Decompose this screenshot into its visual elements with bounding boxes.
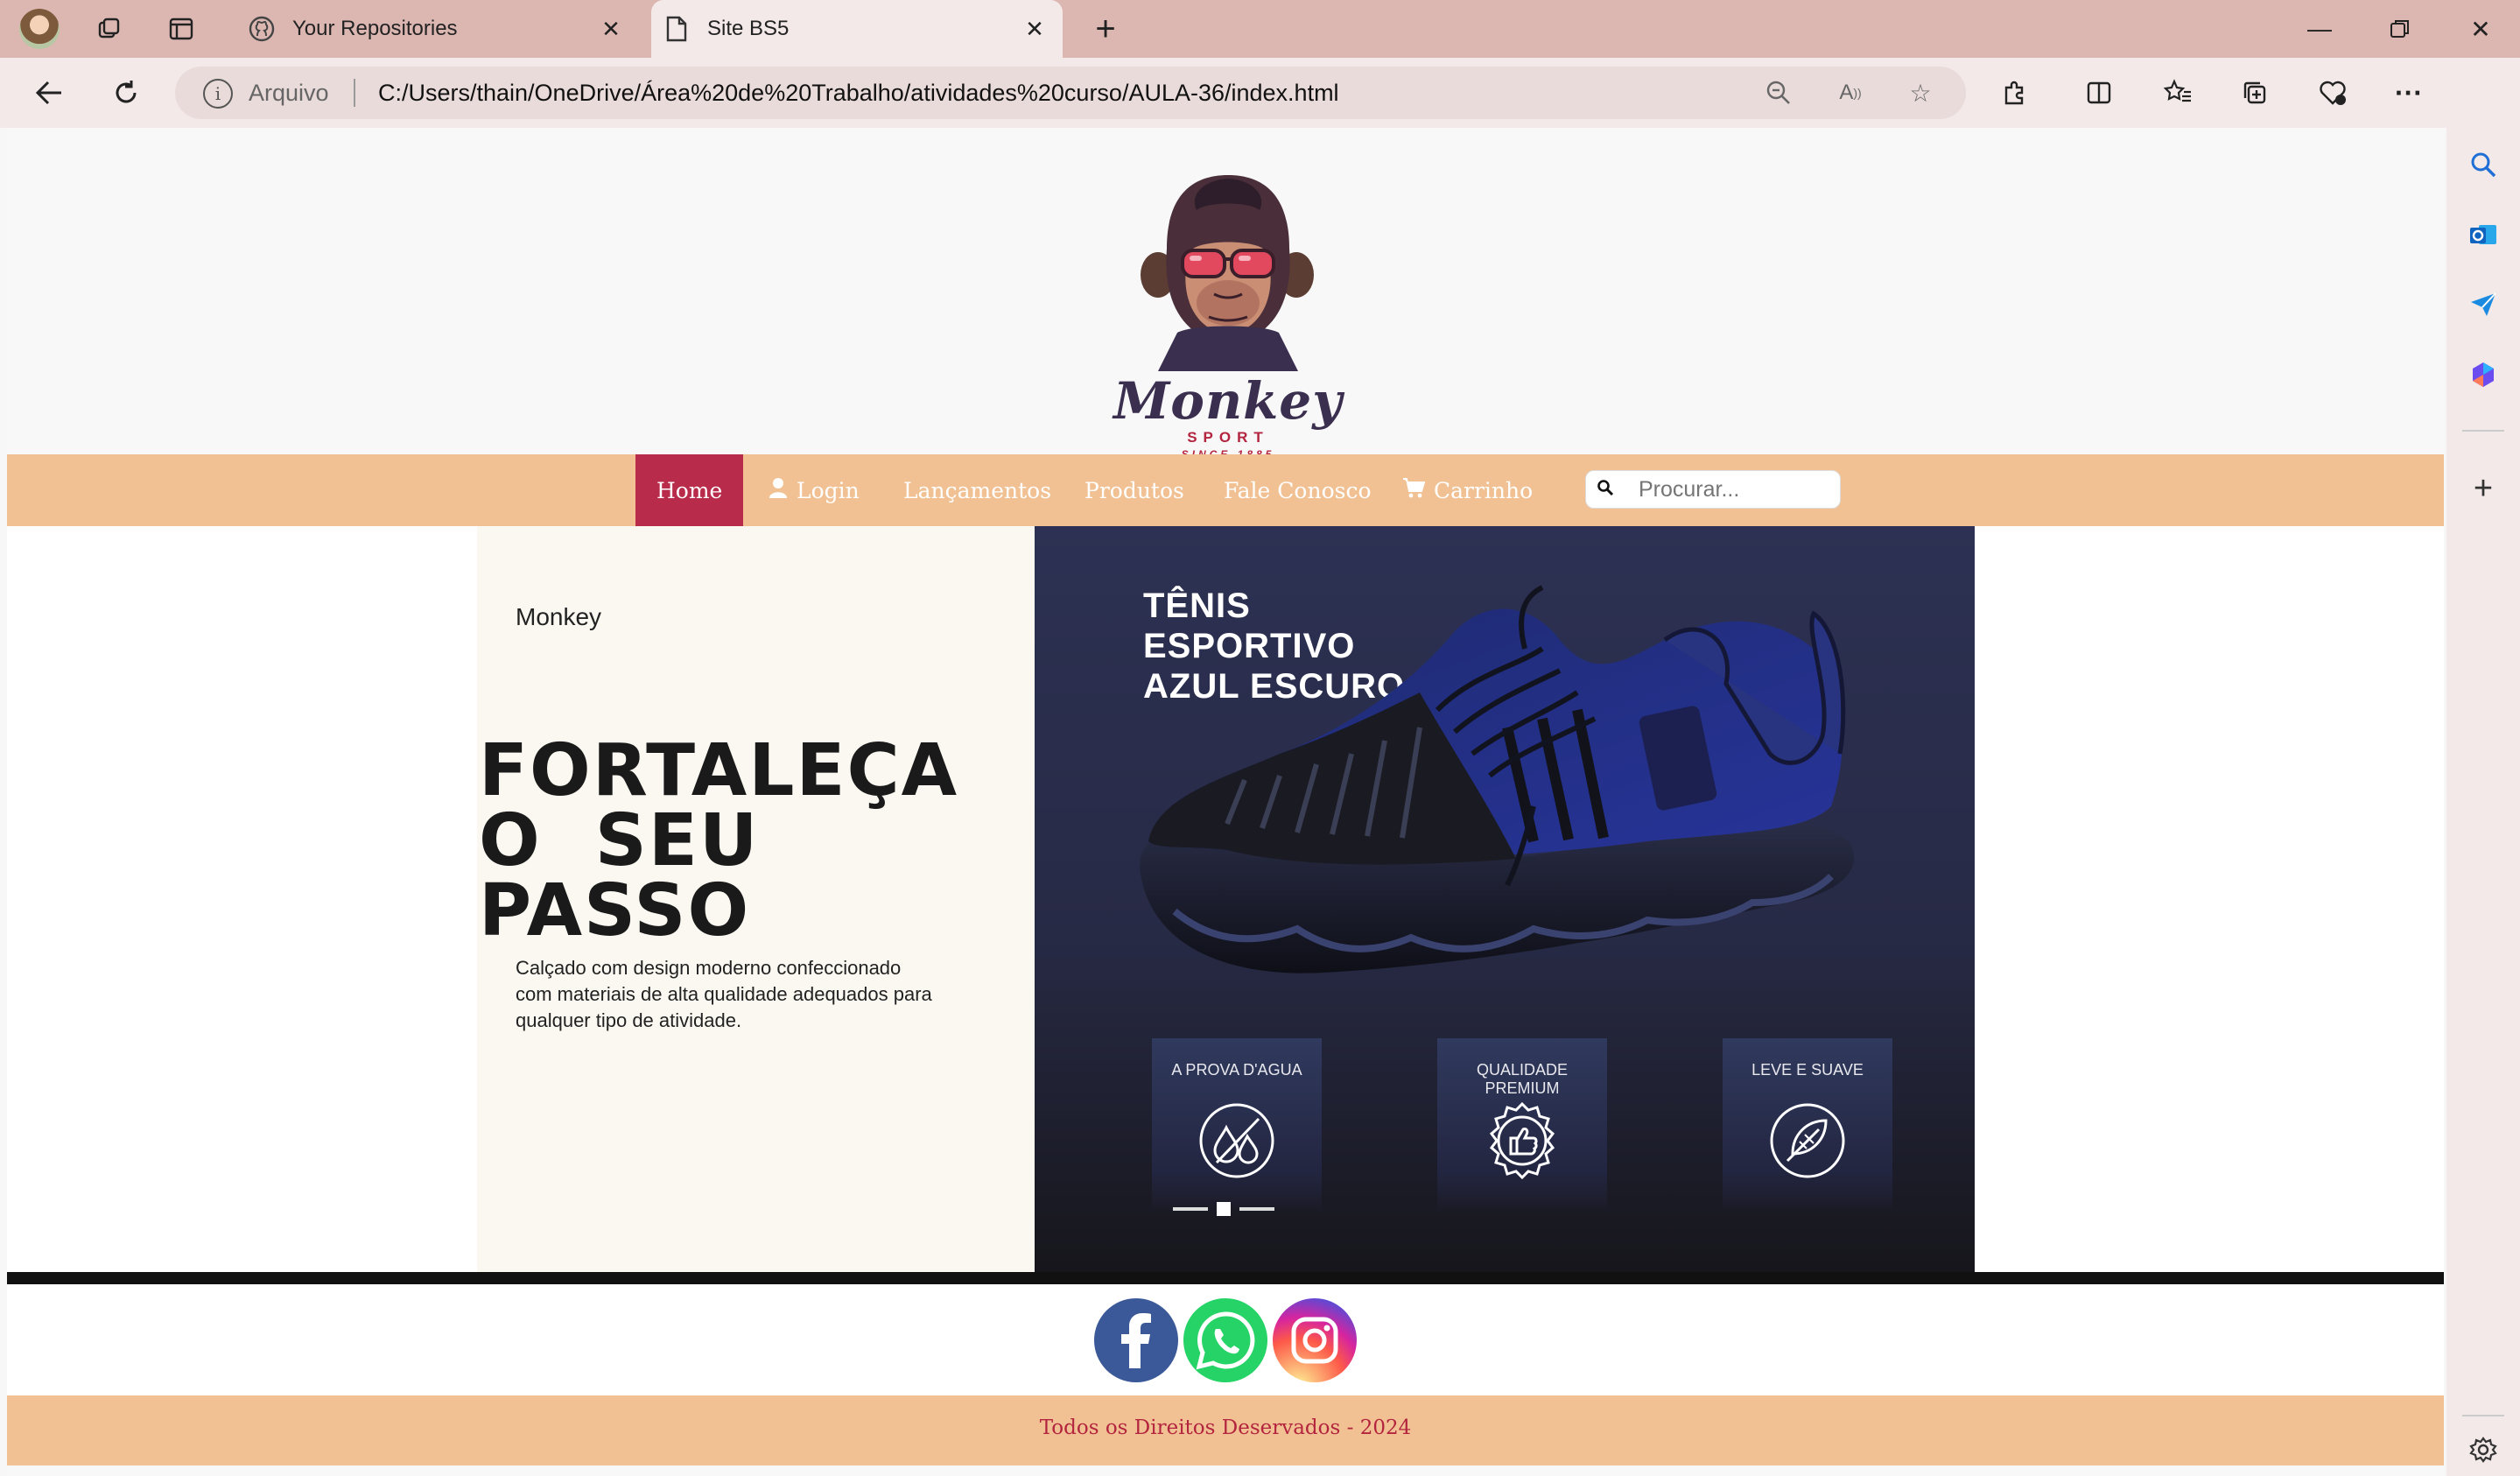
close-icon[interactable]: ✕ bbox=[593, 11, 628, 46]
logo-sport: SPORT bbox=[1187, 429, 1269, 446]
refresh-button[interactable] bbox=[105, 72, 147, 114]
tab-site-bs5[interactable]: Site BS5 ✕ bbox=[651, 0, 1063, 58]
nav-login[interactable]: Login bbox=[769, 454, 860, 526]
nav-produtos[interactable]: Produtos bbox=[1085, 454, 1184, 526]
headline-line: FORTALEÇA bbox=[479, 729, 959, 812]
carousel-indicator[interactable] bbox=[1173, 1207, 1208, 1211]
headline-line: PASSO bbox=[479, 869, 751, 952]
feature-label: QUALIDADE PREMIUM bbox=[1476, 1061, 1569, 1097]
zoom-out-icon[interactable] bbox=[1763, 77, 1794, 109]
carousel-indicators bbox=[1173, 1200, 1278, 1218]
page-viewport: Monkey SPORT SINCE 1885 Home Login Lança… bbox=[7, 128, 2444, 1476]
workspaces-icon[interactable] bbox=[93, 12, 126, 46]
site-footer: Todos os Direitos Deservados - 2024 bbox=[7, 1395, 2444, 1465]
whatsapp-icon[interactable] bbox=[1183, 1298, 1267, 1382]
profile-avatar[interactable] bbox=[19, 9, 60, 49]
cart-icon bbox=[1402, 477, 1426, 503]
split-screen-icon[interactable] bbox=[2078, 72, 2120, 114]
back-button[interactable] bbox=[28, 72, 70, 114]
logo-wordmark: Monkey bbox=[1113, 371, 1343, 431]
minimize-button[interactable]: — bbox=[2293, 7, 2346, 51]
browser-essentials-icon[interactable] bbox=[2313, 72, 2355, 114]
hero-description: Calçado com design moderno confeccionado… bbox=[516, 957, 932, 1031]
feature-label: A PROVA D'AGUA bbox=[1171, 1061, 1302, 1079]
tab-strip: Your Repositories ✕ Site BS5 ✕ + — ✕ bbox=[0, 0, 2520, 58]
add-icon[interactable]: + bbox=[2464, 469, 2502, 508]
collections-icon[interactable] bbox=[2234, 72, 2276, 114]
headline-line: O SEU bbox=[479, 799, 760, 882]
edge-sidebar: + bbox=[2446, 58, 2520, 1476]
read-aloud-icon[interactable]: A)) bbox=[1835, 77, 1866, 109]
carousel-indicator[interactable] bbox=[1239, 1207, 1274, 1211]
extensions-icon[interactable] bbox=[1994, 72, 2036, 114]
feature-label: LEVE E SUAVE bbox=[1751, 1061, 1864, 1079]
monkey-logo-icon bbox=[1141, 175, 1314, 371]
feature-waterproof: A PROVA D'AGUA bbox=[1152, 1038, 1322, 1213]
water-drop-icon bbox=[1199, 1103, 1274, 1178]
outlook-icon[interactable] bbox=[2464, 215, 2502, 254]
section-divider bbox=[7, 1272, 2444, 1284]
nav-label: Lançamentos bbox=[903, 477, 1052, 503]
new-tab-button[interactable]: + bbox=[1085, 9, 1126, 49]
favorite-star-icon[interactable]: ☆ bbox=[1905, 77, 1936, 109]
feather-icon bbox=[1770, 1103, 1845, 1178]
nav-home[interactable]: Home bbox=[635, 454, 744, 526]
hero-brand: Monkey bbox=[516, 603, 602, 630]
github-icon bbox=[247, 14, 277, 44]
user-icon bbox=[769, 477, 788, 503]
close-window-button[interactable]: ✕ bbox=[2454, 7, 2507, 51]
nav-label: Home bbox=[656, 477, 723, 503]
tab-title: Site BS5 bbox=[707, 17, 790, 40]
nav-fale-conosco[interactable]: Fale Conosco bbox=[1224, 454, 1372, 526]
instagram-icon[interactable] bbox=[1273, 1298, 1357, 1382]
sneaker-image bbox=[1140, 585, 1855, 973]
nav-carrinho[interactable]: Carrinho bbox=[1402, 454, 1533, 526]
tab-your-repositories[interactable]: Your Repositories ✕ bbox=[236, 0, 639, 58]
site-navbar: Home Login Lançamentos Produtos Fale Con… bbox=[7, 454, 2444, 526]
nav-label: Fale Conosco bbox=[1224, 477, 1372, 503]
send-icon[interactable] bbox=[2464, 285, 2502, 324]
favorites-icon[interactable] bbox=[2157, 72, 2199, 114]
site-search[interactable] bbox=[1585, 470, 1841, 509]
sidebar-divider bbox=[2462, 1415, 2504, 1416]
nav-label: Login bbox=[797, 477, 860, 503]
search-icon[interactable] bbox=[2464, 145, 2502, 184]
address-bar[interactable]: i Arquivo C:/Users/thain/OneDrive/Área%2… bbox=[175, 67, 1966, 119]
footer-copyright: Todos os Direitos Deservados - 2024 bbox=[1039, 1416, 1412, 1439]
separator bbox=[354, 79, 355, 107]
settings-gear-icon[interactable] bbox=[2464, 1430, 2502, 1469]
scheme-label: Arquivo bbox=[249, 80, 329, 106]
hero-carousel[interactable]: Monkey FORTALEÇA O SEU PASSO Calçado com… bbox=[477, 526, 1975, 1272]
info-icon[interactable]: i bbox=[203, 79, 233, 109]
sidebar-divider bbox=[2462, 430, 2504, 432]
copilot-sidebar-icon[interactable] bbox=[2464, 355, 2502, 394]
hero-product-panel: TÊNIS ESPORTIVO AZUL ESCURO A PROVA D'AG… bbox=[1035, 526, 1975, 1272]
vertical-tabs-icon[interactable] bbox=[165, 12, 198, 46]
feature-light: LEVE E SUAVE bbox=[1723, 1038, 1892, 1213]
feature-premium: QUALIDADE PREMIUM bbox=[1437, 1038, 1607, 1213]
close-icon[interactable]: ✕ bbox=[1017, 11, 1052, 46]
site-logo[interactable]: Monkey SPORT SINCE 1885 bbox=[1106, 170, 1351, 460]
browser-toolbar: i Arquivo C:/Users/thain/OneDrive/Área%2… bbox=[0, 58, 2520, 128]
tab-title: Your Repositories bbox=[292, 17, 458, 40]
search-input[interactable] bbox=[1637, 474, 1833, 504]
hero-text-panel: Monkey FORTALEÇA O SEU PASSO Calçado com… bbox=[477, 526, 1035, 1272]
carousel-indicator-active[interactable] bbox=[1217, 1202, 1231, 1216]
facebook-icon[interactable] bbox=[1094, 1298, 1178, 1382]
search-icon bbox=[1597, 479, 1616, 498]
hero-headline: FORTALEÇA O SEU PASSO bbox=[479, 729, 959, 952]
nav-lancamentos[interactable]: Lançamentos bbox=[903, 454, 1051, 526]
page-icon bbox=[662, 14, 691, 44]
thumbs-up-badge-icon bbox=[1489, 1101, 1555, 1180]
nav-label: Produtos bbox=[1085, 477, 1184, 503]
url-text[interactable]: C:/Users/thain/OneDrive/Área%20de%20Trab… bbox=[378, 80, 1339, 107]
nav-label: Carrinho bbox=[1434, 477, 1534, 503]
restore-button[interactable] bbox=[2374, 7, 2426, 51]
more-options-icon[interactable]: ··· bbox=[2388, 72, 2430, 114]
